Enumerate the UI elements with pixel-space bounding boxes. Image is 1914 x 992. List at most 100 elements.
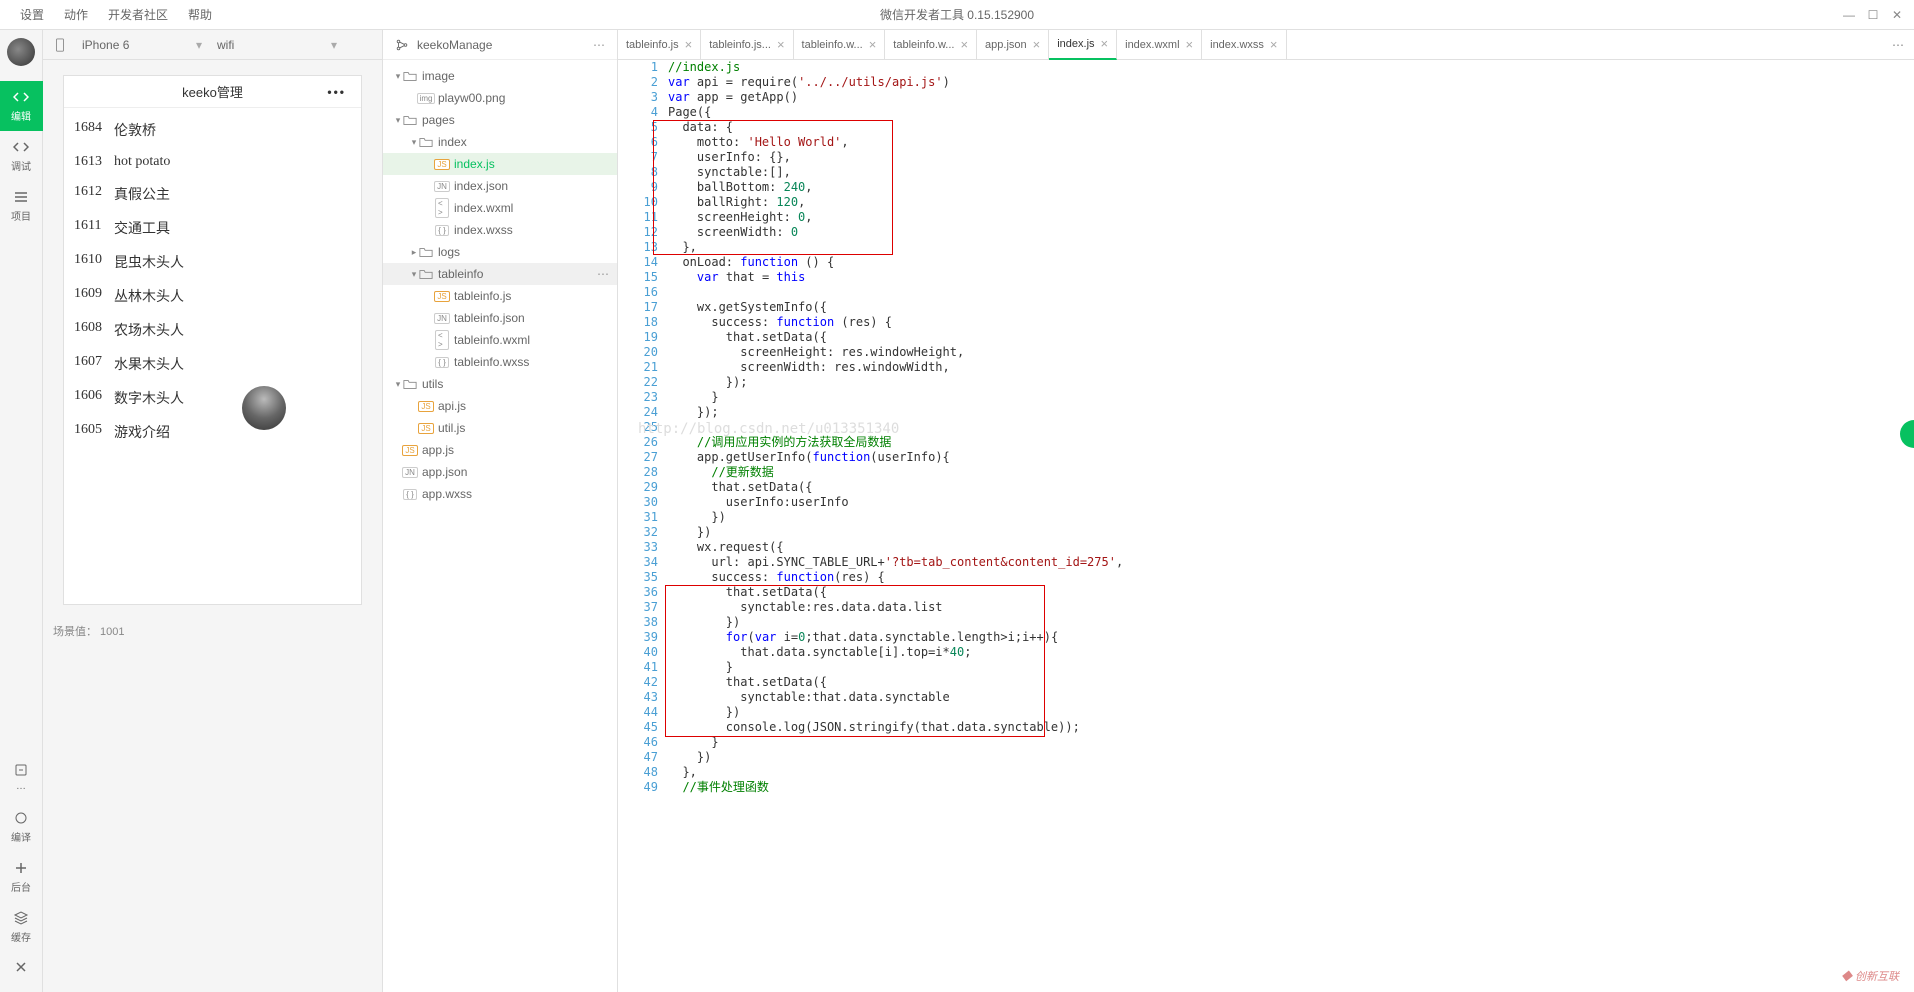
close-icon[interactable]: × [1101,36,1109,51]
close-icon[interactable]: × [960,37,968,52]
list-item[interactable]: 1610昆虫木头人 [74,245,351,279]
code-line[interactable]: userInfo:userInfo [668,495,1914,510]
code-line[interactable]: screenWidth: 0 [668,225,1914,240]
file-item[interactable]: JStableinfo.js [383,285,617,307]
close-icon[interactable]: × [685,37,693,52]
list-item[interactable]: 1612真假公主 [74,177,351,211]
code-line[interactable]: console.log(JSON.stringify(that.data.syn… [668,720,1914,735]
chevron-down-icon[interactable]: ▾ [393,379,403,390]
chevron-down-icon[interactable]: ▾ [393,115,403,126]
code-line[interactable]: }, [668,240,1914,255]
code-line[interactable]: //更新数据 [668,465,1914,480]
code-line[interactable]: }) [668,750,1914,765]
editor-tab[interactable]: tableinfo.js× [618,30,701,60]
device-select[interactable]: iPhone 6 ▾ [82,38,202,52]
more-icon[interactable]: ⋯ [597,267,609,281]
code-line[interactable]: onLoad: function () { [668,255,1914,270]
maximize-button[interactable]: ☐ [1866,8,1880,22]
code-line[interactable]: synctable:[], [668,165,1914,180]
editor-tab[interactable]: tableinfo.js...× [701,30,793,60]
file-item[interactable]: JSindex.js [383,153,617,175]
code-line[interactable] [668,285,1914,300]
editor-tab[interactable]: app.json× [977,30,1049,60]
code-line[interactable]: screenHeight: 0, [668,210,1914,225]
code-line[interactable]: success: function (res) { [668,315,1914,330]
folder-item[interactable]: ▾tableinfo⋯ [383,263,617,285]
file-item[interactable]: { }index.wxss [383,219,617,241]
nav-compile[interactable]: 编译 [0,802,43,852]
code-line[interactable]: Page({ [668,105,1914,120]
editor-tab[interactable]: index.js× [1049,30,1117,60]
nav-edit[interactable]: 编辑 [0,81,43,131]
close-icon[interactable]: × [1186,37,1194,52]
code-line[interactable]: var api = require('../../utils/api.js') [668,75,1914,90]
menu-item[interactable]: 设置 [10,6,54,23]
file-item[interactable]: JSapp.js [383,439,617,461]
folder-item[interactable]: ▾image [383,65,617,87]
menu-item[interactable]: 动作 [54,6,98,23]
list-item[interactable]: 1605游戏介绍 [74,415,351,449]
nav-debug[interactable]: 调试 [0,131,43,181]
code-line[interactable]: that.data.synctable[i].top=i*40; [668,645,1914,660]
more-icon[interactable]: ⋯ [593,38,605,52]
close-icon[interactable]: × [1033,37,1041,52]
folder-item[interactable]: ▾utils [383,373,617,395]
chevron-down-icon[interactable]: ▾ [393,71,403,82]
list-item[interactable]: 1608农场木头人 [74,313,351,347]
code-line[interactable]: url: api.SYNC_TABLE_URL+'?tb=tab_content… [668,555,1914,570]
file-item[interactable]: { }app.wxss [383,483,617,505]
chevron-down-icon[interactable]: ▾ [409,269,419,280]
code-line[interactable]: var that = this [668,270,1914,285]
code-line[interactable]: that.setData({ [668,585,1914,600]
menu-dots-icon[interactable]: ••• [327,85,346,99]
menu-item[interactable]: 帮助 [178,6,222,23]
list-item[interactable]: 1607水果木头人 [74,347,351,381]
list-item[interactable]: 1609丛林木头人 [74,279,351,313]
simulator-content[interactable]: 1684伦敦桥1613hot potato1612真假公主1611交通工具161… [64,108,361,454]
code-line[interactable]: //事件处理函数 [668,780,1914,795]
code-line[interactable]: screenWidth: res.windowWidth, [668,360,1914,375]
code-line[interactable]: ballBottom: 240, [668,180,1914,195]
code-line[interactable]: }) [668,510,1914,525]
folder-item[interactable]: ▾pages [383,109,617,131]
code-editor[interactable]: 1234567891011121314151617181920212223242… [618,60,1914,992]
code-line[interactable]: wx.request({ [668,540,1914,555]
file-item[interactable]: < >tableinfo.wxml [383,329,617,351]
code-content[interactable]: http://blog.csdn.net/u013351340 //index.… [668,60,1914,992]
code-line[interactable]: } [668,660,1914,675]
tab-more[interactable]: ⋯ [1882,38,1914,52]
code-line[interactable]: that.setData({ [668,330,1914,345]
minimize-button[interactable]: — [1842,8,1856,22]
list-item[interactable]: 1684伦敦桥 [74,113,351,147]
code-line[interactable]: data: { [668,120,1914,135]
code-line[interactable]: }) [668,705,1914,720]
code-line[interactable]: } [668,390,1914,405]
editor-tab[interactable]: tableinfo.w...× [794,30,886,60]
close-icon[interactable]: × [777,37,785,52]
close-button[interactable]: ✕ [1890,8,1904,22]
folder-item[interactable]: ▾index [383,131,617,153]
code-line[interactable]: }); [668,375,1914,390]
nav-clear[interactable]: … [0,752,43,802]
file-item[interactable]: JNtableinfo.json [383,307,617,329]
editor-tab[interactable]: index.wxss× [1202,30,1286,60]
code-line[interactable]: motto: 'Hello World', [668,135,1914,150]
list-item[interactable]: 1606数字木头人 [74,381,351,415]
list-item[interactable]: 1611交通工具 [74,211,351,245]
code-line[interactable]: that.setData({ [668,480,1914,495]
code-line[interactable]: synctable:res.data.data.list [668,600,1914,615]
code-line[interactable]: }); [668,405,1914,420]
code-line[interactable]: for(var i=0;that.data.synctable.length>i… [668,630,1914,645]
avatar[interactable] [7,38,35,66]
file-item[interactable]: < >index.wxml [383,197,617,219]
file-item[interactable]: { }tableinfo.wxss [383,351,617,373]
code-line[interactable]: app.getUserInfo(function(userInfo){ [668,450,1914,465]
code-line[interactable]: } [668,735,1914,750]
code-line[interactable]: ballRight: 120, [668,195,1914,210]
chevron-right-icon[interactable]: ▸ [409,247,419,258]
code-line[interactable]: wx.getSystemInfo({ [668,300,1914,315]
network-select[interactable]: wifi ▾ [217,38,337,52]
list-item[interactable]: 1613hot potato [74,147,351,177]
nav-close[interactable] [0,952,43,982]
menu-item[interactable]: 开发者社区 [98,6,178,23]
